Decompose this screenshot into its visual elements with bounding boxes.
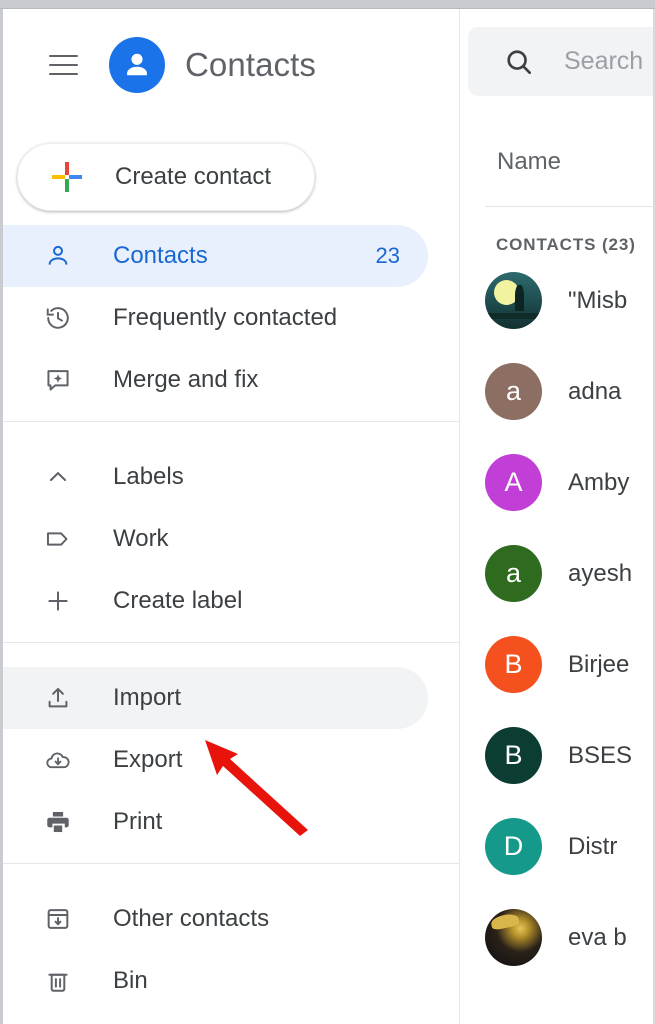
search-icon — [503, 46, 535, 78]
sidebar-item-label: Print — [113, 808, 163, 835]
sidebar-divider — [3, 863, 459, 864]
app-header: Contacts — [3, 9, 459, 121]
contact-list-item[interactable]: A Amby — [461, 437, 653, 528]
contact-list-item[interactable]: B Birjee — [461, 619, 653, 710]
nav-group-main: Contacts 23 Frequently contacted Merge a… — [3, 211, 459, 411]
tag-icon — [41, 522, 75, 556]
archive-down-icon — [41, 902, 75, 936]
hamburger-menu-icon[interactable] — [41, 43, 85, 87]
printer-icon — [41, 805, 75, 839]
trash-icon — [41, 964, 75, 998]
list-header-divider — [485, 206, 653, 207]
sidebar-divider — [3, 642, 459, 643]
upload-icon — [41, 681, 75, 715]
sidebar-item-label: Import — [113, 684, 182, 711]
history-icon — [41, 301, 75, 335]
page-title: Contacts — [185, 46, 317, 83]
contact-name: Amby — [568, 468, 630, 496]
sidebar-item-print[interactable]: Print — [3, 791, 428, 853]
avatar-initial: B — [485, 636, 542, 693]
sidebar-item-contacts[interactable]: Contacts 23 — [3, 225, 428, 287]
search-placeholder: Search — [564, 47, 644, 75]
nav-group-other: Other contacts Bin — [3, 874, 459, 1012]
sidebar-item-bin[interactable]: Bin — [3, 950, 428, 1012]
contact-name: Birjee — [568, 650, 630, 678]
sidebar-item-work[interactable]: Work — [3, 508, 428, 570]
contact-list: "Misb a adna A Amby a ayesh B Birjee B BSES D Distr e… — [461, 255, 653, 983]
avatar-photo — [485, 272, 542, 329]
google-plus-icon — [50, 160, 84, 194]
contact-name: BSES — [568, 741, 633, 769]
sidebar-item-label: Frequently contacted — [113, 304, 338, 331]
person-circle-icon — [109, 37, 165, 93]
nav-group-transfer: Import Export Print — [3, 653, 459, 853]
avatar-initial: B — [485, 727, 542, 784]
sidebar-item-label: Merge and fix — [113, 366, 259, 393]
contact-list-panel: Search Name CONTACTS (23) "Misb a adna A Amb… — [461, 9, 653, 1024]
contact-name: Distr — [568, 832, 618, 860]
contact-list-item[interactable]: B BSES — [461, 710, 653, 801]
sidebar-item-label: Create label — [113, 587, 243, 614]
avatar-initial: a — [485, 363, 542, 420]
contact-list-item[interactable]: D Distr — [461, 801, 653, 892]
sidebar-divider — [3, 421, 459, 422]
contacts-section-label: CONTACTS (23) — [496, 235, 636, 254]
chevron-up-icon — [41, 460, 75, 494]
avatar-initial: A — [485, 454, 542, 511]
cloud-download-icon — [41, 743, 75, 777]
sidebar-item-import[interactable]: Import — [3, 667, 428, 729]
sidebar-item-labels[interactable]: Labels — [3, 446, 428, 508]
sidebar-item-create-label[interactable]: Create label — [3, 570, 428, 632]
sidebar-item-label: Other contacts — [113, 905, 270, 932]
sidebar-item-export[interactable]: Export — [3, 729, 428, 791]
plus-icon — [41, 584, 75, 618]
search-input[interactable]: Search — [468, 27, 653, 96]
sidebar-item-label: Labels — [113, 463, 184, 490]
create-contact-button[interactable]: Create contact — [17, 143, 315, 211]
avatar-photo — [485, 909, 542, 966]
sidebar-item-label: Contacts — [113, 242, 208, 269]
window-chrome-bar — [0, 0, 655, 9]
column-header-name: Name — [497, 148, 562, 175]
sidebar-item-label: Export — [113, 746, 183, 773]
nav-group-labels: Labels Work Create label — [3, 432, 459, 632]
contacts-count-badge: 23 — [375, 243, 400, 268]
contact-list-item[interactable]: a adna — [461, 346, 653, 437]
avatar-initial: D — [485, 818, 542, 875]
create-contact-label: Create contact — [115, 163, 272, 190]
person-icon — [41, 239, 75, 273]
contact-name: adna — [568, 377, 622, 405]
sidebar: Contacts Create contact Contacts 23 Freq… — [3, 9, 460, 1024]
contact-list-item[interactable]: eva b — [461, 892, 653, 983]
sidebar-item-merge-and-fix[interactable]: Merge and fix — [3, 349, 428, 411]
sidebar-item-frequently-contacted[interactable]: Frequently contacted — [3, 287, 428, 349]
contact-name: "Misb — [568, 286, 628, 314]
sidebar-item-label: Bin — [113, 967, 148, 994]
contact-name: ayesh — [568, 559, 633, 587]
contact-list-item[interactable]: a ayesh — [461, 528, 653, 619]
avatar-initial: a — [485, 545, 542, 602]
sidebar-item-label: Work — [113, 525, 169, 552]
merge-sparkle-icon — [41, 363, 75, 397]
app-window: Contacts Create contact Contacts 23 Freq… — [0, 0, 655, 1024]
contact-name: eva b — [568, 923, 627, 951]
contact-list-item[interactable]: "Misb — [461, 255, 653, 346]
sidebar-item-other-contacts[interactable]: Other contacts — [3, 888, 428, 950]
